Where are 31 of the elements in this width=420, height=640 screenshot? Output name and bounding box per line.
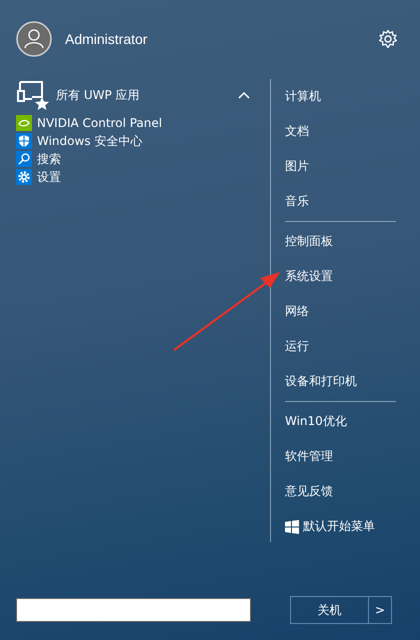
gear-icon	[16, 169, 32, 185]
menu-item[interactable]: 默认开始菜单	[285, 509, 410, 544]
menu-item[interactable]: 音乐	[285, 184, 410, 219]
menu-item[interactable]: Win10优化	[285, 404, 410, 439]
nvidia-tile-icon	[16, 115, 32, 131]
app-item[interactable]: Windows 安全中心	[37, 132, 142, 150]
menu-item[interactable]: 软件管理	[285, 439, 410, 474]
search-icon	[16, 151, 32, 167]
group-label[interactable]: 所有 UWP 应用	[56, 86, 140, 104]
settings-icon[interactable]	[378, 29, 398, 49]
menu-item[interactable]: 系统设置	[285, 259, 410, 294]
monitor-star-icon	[16, 80, 50, 110]
chevron-icon[interactable]	[238, 91, 250, 99]
user-name[interactable]: Administrator	[65, 31, 148, 47]
menu-item[interactable]: 设备和打印机	[285, 364, 410, 399]
menu-item[interactable]: 网络	[285, 294, 410, 329]
menu-item[interactable]: 运行	[285, 329, 410, 364]
search-field[interactable]	[16, 598, 251, 622]
app-item[interactable]: 搜索	[37, 150, 61, 168]
windows-logo-icon	[285, 520, 299, 534]
app-item[interactable]: NVIDIA Control Panel	[37, 116, 162, 130]
menu-item[interactable]: 计算机	[285, 79, 410, 114]
shutdown-button[interactable]: 关机	[290, 596, 369, 624]
shutdown-options-button[interactable]: >	[369, 596, 392, 624]
menu-item[interactable]: 文档	[285, 114, 410, 149]
menu-item[interactable]: 控制面板	[285, 224, 410, 259]
user-avatar-icon[interactable]	[16, 21, 52, 57]
menu-item[interactable]: 意见反馈	[285, 474, 410, 509]
shield-icon	[16, 133, 32, 149]
app-item[interactable]: 设置	[37, 168, 61, 186]
menu-item[interactable]: 图片	[285, 149, 410, 184]
